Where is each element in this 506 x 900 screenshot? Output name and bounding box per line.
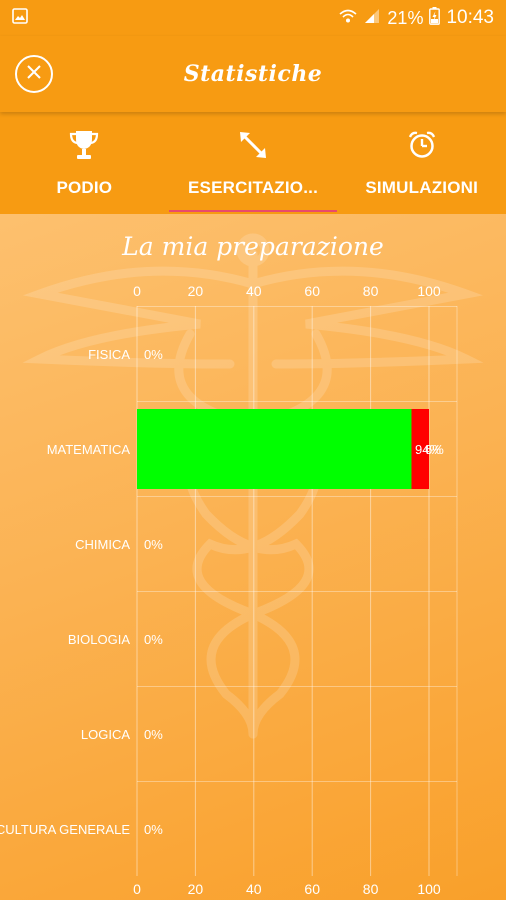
category-label: FISICA [88, 347, 130, 362]
x-tick-label-bottom: 80 [363, 881, 379, 897]
bar-value-label-secondary: 6% [425, 442, 444, 457]
category-label: BIOLOGIA [68, 632, 130, 647]
bar-value-label: 0% [144, 347, 163, 362]
trophy-icon [69, 128, 99, 162]
tab-bar: PODIO ESERCITAZIO... SIMULAZIONI [0, 112, 506, 214]
status-bar: 21% 10:43 [0, 0, 506, 36]
clock-time: 10:43 [446, 7, 494, 28]
x-tick-label-top: 40 [246, 283, 262, 299]
bar-value-label: 0% [144, 727, 163, 742]
alarm-clock-icon [407, 128, 437, 162]
bar-segment [137, 409, 412, 489]
page-title: Statistiche [183, 61, 323, 87]
x-tick-label-top: 80 [363, 283, 379, 299]
category-label: CHIMICA [75, 537, 130, 552]
arrows-expand-icon [238, 128, 268, 162]
close-button[interactable] [15, 55, 53, 93]
gallery-notification-icon [12, 7, 28, 29]
x-tick-label-bottom: 60 [304, 881, 320, 897]
tab-label: PODIO [56, 178, 113, 197]
statistics-content[interactable]: La mia preparazione 0 0 20 20 40 40 60 60 80 80 10… [0, 214, 506, 900]
tab-simulazioni[interactable]: SIMULAZIONI [337, 112, 506, 214]
tab-esercitazioni[interactable]: ESERCITAZIO... [168, 112, 338, 214]
close-icon [26, 64, 42, 85]
battery-percent: 21% [387, 7, 424, 28]
bar-value-label: 0% [144, 537, 163, 552]
x-tick-label-bottom: 0 [133, 881, 141, 897]
x-tick-label-bottom: 20 [188, 881, 204, 897]
x-tick-label-top: 100 [417, 283, 441, 299]
x-tick-label-top: 20 [188, 283, 204, 299]
app-bar: Statistiche [0, 36, 506, 112]
signal-icon [363, 8, 381, 29]
preparation-chart: 0 0 20 20 40 40 60 60 80 80 100 100 FISICA 0% MATEMATI… [0, 283, 458, 897]
category-label: LOGICA [81, 727, 130, 742]
tab-label: ESERCITAZIO... [188, 178, 318, 197]
x-tick-label-top: 60 [304, 283, 320, 299]
category-label: CULTURA GENERALE [0, 822, 130, 837]
x-tick-label-top: 0 [133, 283, 141, 299]
bar-value-label: 0% [144, 632, 163, 647]
wifi-icon [339, 8, 357, 29]
tab-label: SIMULAZIONI [365, 178, 479, 197]
category-label: MATEMATICA [47, 442, 131, 457]
x-tick-label-bottom: 100 [417, 881, 441, 897]
tab-podio[interactable]: PODIO [0, 112, 169, 214]
battery-charging-icon [429, 6, 441, 30]
x-tick-label-bottom: 40 [246, 881, 262, 897]
bar-value-label: 0% [144, 822, 163, 837]
